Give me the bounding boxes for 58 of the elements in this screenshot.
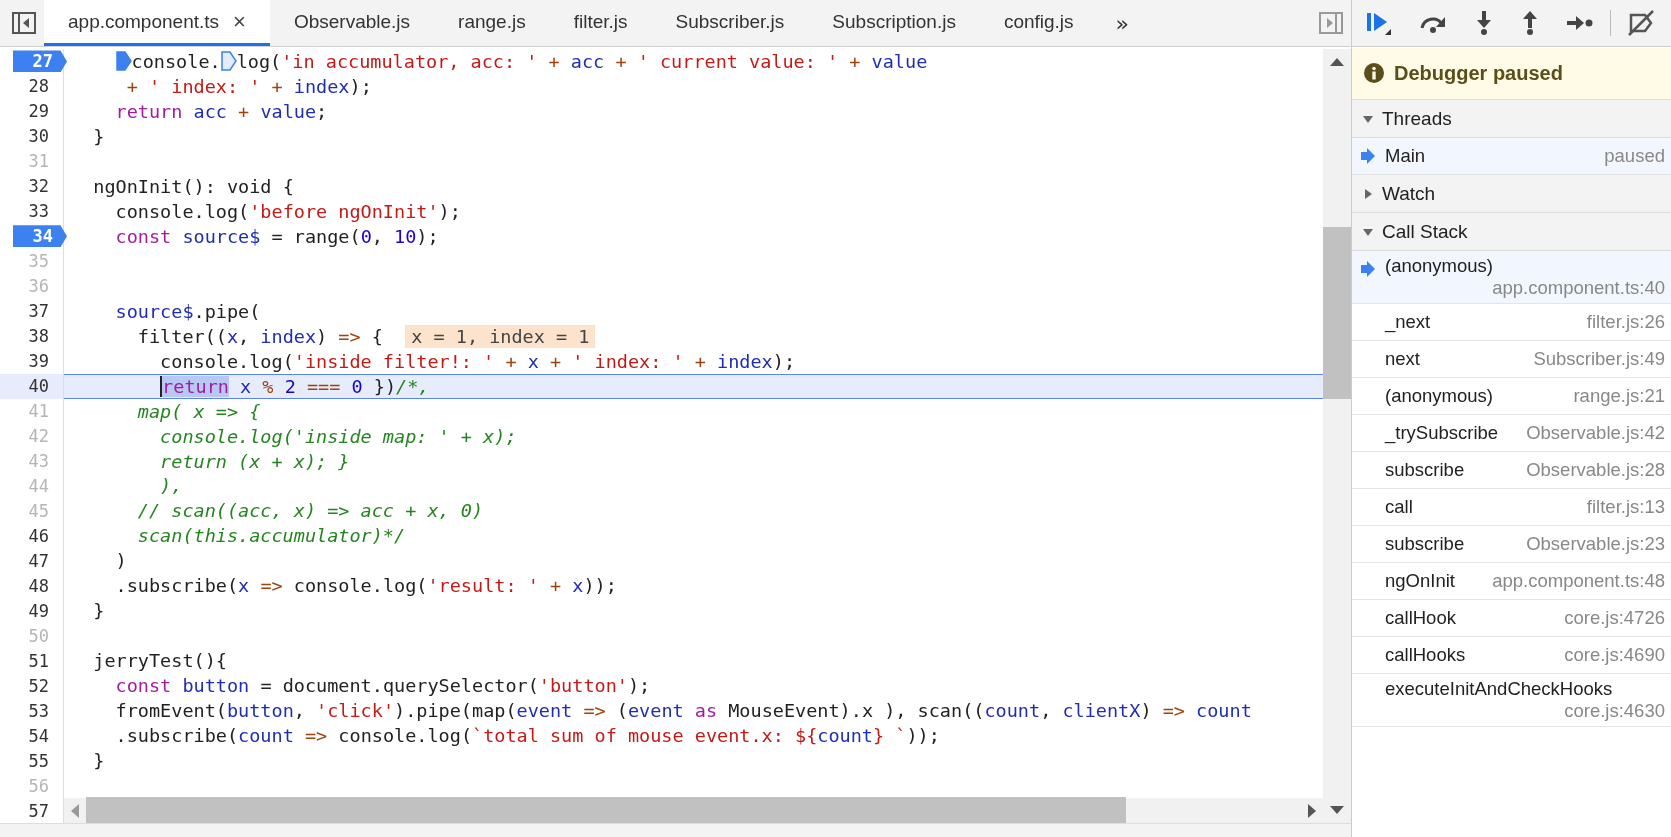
line-number[interactable]: 53 <box>28 699 63 722</box>
code-line: const button = document.querySelector('button'); <box>114 674 652 699</box>
file-tab[interactable]: range.js <box>434 0 550 46</box>
line-number[interactable]: 46 <box>28 524 63 547</box>
code-line: ngOnInit(): void { <box>92 174 295 199</box>
code-line: return (x + x); } <box>159 449 351 474</box>
code-line: jerryTest(){ <box>92 649 228 674</box>
code-line: source$.pipe( <box>114 299 262 324</box>
code-line: ), <box>159 474 184 499</box>
code-line: fromEvent(button, 'click').pipe(map(event => (event as MouseEvent).x ), scan((count, clientX) => count <box>114 699 1253 724</box>
line-number[interactable]: 28 <box>28 75 63 98</box>
section-header[interactable]: Call Stack <box>1352 213 1671 251</box>
line-number[interactable]: 55 <box>28 749 63 772</box>
code-line: console.log('inside filter!: ' + x + ' index: ' + index); <box>159 349 797 374</box>
line-number[interactable]: 39 <box>28 350 63 373</box>
line-number[interactable]: 48 <box>28 574 63 597</box>
line-number[interactable]: 34 <box>12 225 67 248</box>
close-icon[interactable]: × <box>233 8 246 35</box>
line-number[interactable]: 30 <box>28 125 63 148</box>
file-tab[interactable]: config.js <box>979 0 1098 46</box>
line-number[interactable]: 47 <box>28 549 63 572</box>
line-number[interactable]: 57 <box>28 799 63 822</box>
line-number[interactable]: 52 <box>28 674 63 697</box>
file-tab[interactable]: Observable.js <box>269 0 435 46</box>
line-number[interactable]: 49 <box>28 599 63 622</box>
line-number[interactable]: 29 <box>28 100 63 123</box>
section-header[interactable]: Watch <box>1352 175 1671 213</box>
file-tab[interactable]: Subscription.js <box>808 0 980 46</box>
code-line: + ' index: ' + index); <box>125 74 373 99</box>
code-line: console. log('in accumulator, acc: ' + acc + ' current value: ' + value <box>64 49 1323 74</box>
code-line: } <box>92 749 106 774</box>
more-tabs-button[interactable]: » <box>1097 0 1148 46</box>
file-tab[interactable]: Subscriber.js <box>651 0 809 46</box>
file-tab[interactable]: filter.js <box>549 0 652 46</box>
call-frame-row[interactable]: (anonymous) app.component.ts:40 <box>1352 251 1671 304</box>
line-number[interactable]: 32 <box>28 175 63 198</box>
line-number[interactable]: 37 <box>28 300 63 323</box>
paused-banner: Debugger paused <box>1352 47 1671 100</box>
code-line: .subscribe(count => console.log(`total sum of mouse event.x: ${count} `)); <box>114 724 941 749</box>
thread-row[interactable]: Main paused <box>1352 138 1671 175</box>
code-line: } <box>92 599 106 624</box>
code-line: ) <box>114 549 128 574</box>
section-header[interactable]: Threads <box>1352 100 1671 138</box>
code-line: map( x => { <box>136 399 262 424</box>
line-number[interactable]: 33 <box>28 200 63 223</box>
code-line: filter((x, index) => { x = 1, index = 1 <box>64 323 1323 349</box>
code-line: scan(this.accumulator)*/ <box>136 524 407 549</box>
code-line: const source$ = range(0, 10); <box>114 224 440 249</box>
code-line: console.log('before ngOnInit'); <box>114 199 462 224</box>
code-line: return acc + value; <box>114 99 329 124</box>
code-line: console.log('inside map: ' + x); <box>159 424 518 449</box>
line-number[interactable]: 27 <box>12 50 67 73</box>
code-line: // scan((acc, x) => acc + x, 0) <box>136 499 485 524</box>
line-number[interactable]: 51 <box>28 649 63 672</box>
code-line: } <box>92 124 106 149</box>
line-number[interactable]: 54 <box>28 724 63 747</box>
line-number[interactable]: 38 <box>28 325 63 348</box>
code-line: .subscribe(x => console.log('result: ' + x)); <box>114 574 618 599</box>
